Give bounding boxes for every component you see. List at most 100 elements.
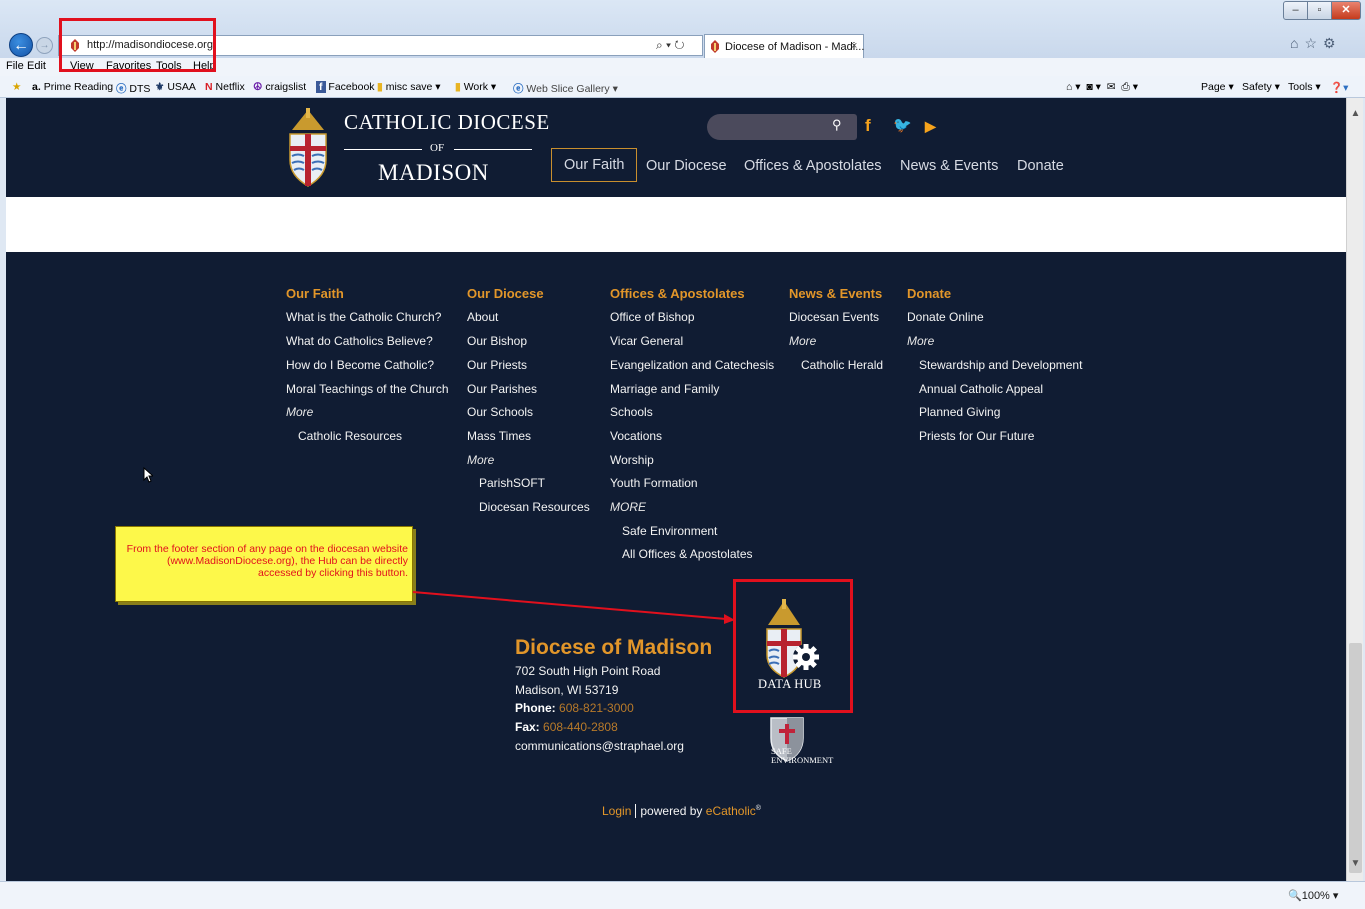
footer-link[interactable]: How do I Become Catholic? bbox=[286, 358, 434, 372]
footer-link[interactable]: Our Priests bbox=[467, 358, 527, 372]
menu-favorites[interactable]: Favorites bbox=[106, 60, 151, 72]
fav-web-slice-gallery[interactable]: ⓔ Web Slice Gallery ▾ bbox=[513, 81, 618, 96]
close-window-button[interactable]: ✕ bbox=[1331, 1, 1361, 20]
diocese-crest-icon[interactable] bbox=[282, 108, 334, 188]
facebook-icon[interactable]: f bbox=[865, 116, 871, 136]
footer-link[interactable]: Planned Giving bbox=[919, 405, 1000, 419]
command-safety[interactable]: Safety ▾ bbox=[1242, 81, 1280, 93]
footer-link[interactable]: Our Schools bbox=[467, 405, 533, 419]
footer-heading-our-diocese[interactable]: Our Diocese bbox=[467, 286, 544, 301]
home-icon[interactable]: ⌂ bbox=[1290, 35, 1304, 51]
footer-link[interactable]: Mass Times bbox=[467, 429, 531, 443]
fav-dts[interactable]: ⓔ DTS bbox=[116, 81, 150, 96]
favorites-star-icon[interactable]: ★ bbox=[12, 81, 21, 93]
footer-more[interactable]: More bbox=[286, 405, 313, 419]
data-hub-button[interactable] bbox=[759, 599, 829, 687]
scroll-up-icon[interactable]: ▲ bbox=[1349, 108, 1362, 119]
scrollbar-thumb[interactable] bbox=[1349, 643, 1362, 873]
footer-link[interactable]: Diocesan Events bbox=[789, 310, 879, 324]
footer-more[interactable]: More bbox=[467, 453, 494, 467]
phone-link[interactable]: 608-821-3000 bbox=[559, 701, 634, 715]
footer-link[interactable]: Vocations bbox=[610, 429, 662, 443]
vertical-scrollbar[interactable]: ▲ ▼ bbox=[1346, 98, 1363, 881]
footer-more[interactable]: More bbox=[789, 334, 816, 348]
footer-link[interactable]: Donate Online bbox=[907, 310, 984, 324]
nav-our-diocese[interactable]: Our Diocese bbox=[646, 158, 727, 174]
ecatholic-link[interactable]: eCatholic bbox=[706, 804, 756, 818]
rss-icon[interactable]: ◙ ▾ bbox=[1086, 81, 1101, 93]
footer-link[interactable]: Catholic Resources bbox=[298, 429, 402, 443]
fav-netflix[interactable]: N Netflix bbox=[205, 81, 245, 93]
footer-link[interactable]: About bbox=[467, 310, 498, 324]
footer-more[interactable]: MORE bbox=[610, 500, 646, 514]
logo-text-catholic-diocese[interactable]: CATHOLIC DIOCESE bbox=[344, 110, 550, 135]
footer-link[interactable]: Schools bbox=[610, 405, 653, 419]
data-hub-label[interactable]: DATA HUB bbox=[758, 677, 822, 692]
search-icon[interactable]: ⚲ bbox=[832, 117, 848, 135]
menu-edit[interactable]: Edit bbox=[27, 60, 46, 72]
footer-link[interactable]: Worship bbox=[610, 453, 654, 467]
minimize-button[interactable]: – bbox=[1283, 1, 1308, 20]
footer-link[interactable]: ParishSOFT bbox=[479, 476, 545, 490]
twitter-icon[interactable]: 🐦 bbox=[893, 116, 912, 134]
address-search-refresh-icons[interactable]: ⌕ ▾ ↻ bbox=[656, 38, 685, 53]
safe-environment-label[interactable]: SAFE ENVIRONMENT bbox=[771, 747, 833, 765]
footer-link[interactable]: Youth Formation bbox=[610, 476, 698, 490]
nav-news-events[interactable]: News & Events bbox=[900, 158, 998, 174]
fav-craigslist[interactable]: ☮ craigslist bbox=[253, 81, 306, 93]
footer-link[interactable]: Priests for Our Future bbox=[919, 429, 1034, 443]
nav-donate[interactable]: Donate bbox=[1017, 158, 1064, 174]
back-button[interactable]: ← bbox=[9, 33, 33, 57]
footer-link[interactable]: Catholic Herald bbox=[801, 358, 883, 372]
command-tools[interactable]: Tools ▾ bbox=[1288, 81, 1321, 93]
footer-link[interactable]: Vicar General bbox=[610, 334, 683, 348]
command-page[interactable]: Page ▾ bbox=[1201, 81, 1234, 93]
footer-heading-news-events[interactable]: News & Events bbox=[789, 286, 882, 301]
footer-link[interactable]: Marriage and Family bbox=[610, 382, 719, 396]
footer-link[interactable]: What is the Catholic Church? bbox=[286, 310, 441, 324]
gear-icon[interactable]: ⚙ bbox=[1323, 35, 1342, 51]
forward-button[interactable]: → bbox=[36, 37, 53, 54]
star-icon[interactable]: ☆ bbox=[1304, 35, 1323, 51]
footer-heading-our-faith[interactable]: Our Faith bbox=[286, 286, 344, 301]
footer-link[interactable]: Safe Environment bbox=[622, 524, 717, 538]
youtube-icon[interactable]: ▶ bbox=[925, 118, 936, 135]
fav-usaa[interactable]: ⚜ USAA bbox=[155, 81, 196, 93]
footer-more[interactable]: More bbox=[907, 334, 934, 348]
footer-link[interactable]: What do Catholics Believe? bbox=[286, 334, 433, 348]
tab-close-icon[interactable]: × bbox=[851, 40, 857, 52]
footer-link[interactable]: All Offices & Apostolates bbox=[622, 547, 753, 561]
nav-our-faith[interactable]: Our Faith bbox=[551, 148, 638, 182]
mail-icon[interactable]: ✉ bbox=[1107, 81, 1116, 93]
fav-prime-reading[interactable]: a. Prime Reading bbox=[32, 81, 113, 93]
footer-link[interactable]: Evangelization and Catechesis bbox=[610, 358, 774, 372]
menu-tools[interactable]: Tools bbox=[156, 60, 182, 72]
command-icons[interactable]: ⌂ ▾ ◙ ▾ ✉ ⎙ ▾ bbox=[1066, 81, 1138, 94]
menu-help[interactable]: Help bbox=[193, 60, 216, 72]
logo-text-madison[interactable]: MADISON bbox=[378, 160, 489, 186]
footer-heading-offices-apostolates[interactable]: Offices & Apostolates bbox=[610, 286, 745, 301]
maximize-button[interactable]: ▫ bbox=[1307, 1, 1332, 20]
zoom-level[interactable]: 🔍100% ▾ bbox=[1288, 889, 1338, 902]
menu-file[interactable]: File bbox=[6, 60, 24, 72]
fav-facebook[interactable]: f Facebook bbox=[316, 81, 375, 93]
fav-misc-save[interactable]: ▮ misc save ▾ bbox=[377, 81, 441, 93]
scroll-down-icon[interactable]: ▼ bbox=[1349, 858, 1362, 869]
home-icon[interactable]: ⌂ ▾ bbox=[1066, 81, 1081, 93]
print-icon[interactable]: ⎙ ▾ bbox=[1121, 81, 1138, 93]
footer-link[interactable]: Annual Catholic Appeal bbox=[919, 382, 1043, 396]
nav-offices-apostolates[interactable]: Offices & Apostolates bbox=[744, 158, 882, 174]
footer-link[interactable]: Diocesan Resources bbox=[479, 500, 590, 514]
help-icon[interactable]: ❓▾ bbox=[1330, 81, 1348, 94]
home-favorites-settings-icons[interactable]: ⌂☆⚙ bbox=[1290, 35, 1342, 52]
fav-work[interactable]: ▮ Work ▾ bbox=[455, 81, 496, 93]
menu-view[interactable]: View bbox=[70, 60, 94, 72]
address-bar[interactable]: http://madisondiocese.org/ bbox=[58, 35, 703, 56]
footer-heading-donate[interactable]: Donate bbox=[907, 286, 951, 301]
footer-email[interactable]: communications@straphael.org bbox=[515, 739, 684, 753]
footer-link[interactable]: Moral Teachings of the Church bbox=[286, 382, 449, 396]
footer-link[interactable]: Our Bishop bbox=[467, 334, 527, 348]
login-link[interactable]: Login bbox=[602, 804, 637, 818]
footer-link[interactable]: Our Parishes bbox=[467, 382, 537, 396]
tab-diocese-of-madison[interactable]: Diocese of Madison - Madi... × bbox=[704, 34, 864, 58]
